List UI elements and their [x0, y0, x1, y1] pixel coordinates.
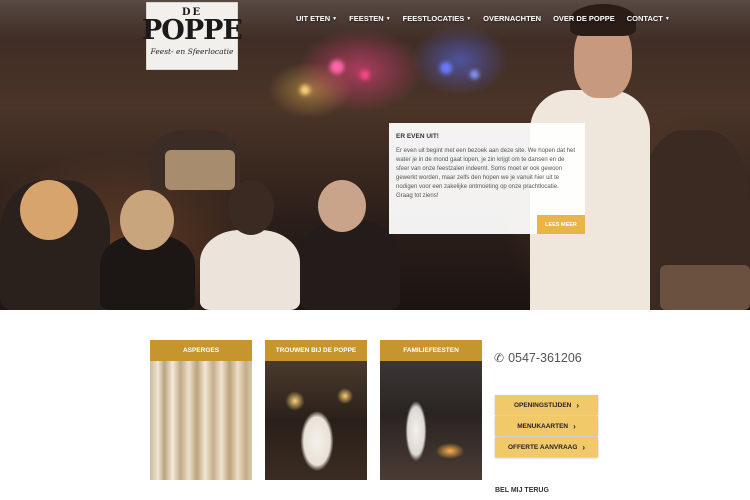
hero-banner: DE POPPE Feest- en Sfeerlocatie UIT ETEN…	[0, 0, 750, 310]
read-more-button[interactable]: LEES MEER	[537, 215, 585, 234]
intro-title: ER EVEN UIT!	[396, 133, 439, 140]
tile-label: FAMILIEFEESTEN	[380, 340, 482, 361]
phone-number[interactable]: ✆ 0547-361206	[494, 351, 582, 365]
opening-hours-button[interactable]: OPENINGSTIJDEN ›	[495, 395, 598, 415]
tile-label: ASPERGES	[150, 340, 252, 361]
asparagus-image	[150, 361, 252, 480]
tile-trouwen[interactable]: TROUWEN BIJ DE POPPE	[265, 340, 367, 480]
chevron-right-icon: ›	[573, 421, 576, 431]
caret-down-icon: ▼	[664, 15, 670, 22]
chevron-right-icon: ›	[582, 442, 586, 452]
caret-down-icon: ▼	[332, 15, 338, 22]
phone-icon: ✆	[494, 351, 505, 365]
nav-feestlocaties[interactable]: FEESTLOCATIES ▼	[397, 14, 477, 23]
nav-uit-eten[interactable]: UIT ETEN ▼	[290, 14, 343, 23]
quote-request-button[interactable]: OFFERTE AANVRAAG ›	[495, 437, 598, 457]
page: DE POPPE Feest- en Sfeerlocatie UIT ETEN…	[0, 0, 750, 500]
intro-box: ER EVEN UIT! Er even uit begint met een …	[389, 123, 585, 234]
logo[interactable]: DE POPPE Feest- en Sfeerlocatie	[142, 2, 243, 70]
logo-name: POPPE	[142, 15, 243, 46]
caret-down-icon: ▼	[385, 15, 391, 22]
intro-text: Er even uit begint met een bezoek aan de…	[396, 148, 576, 199]
family-party-image	[380, 361, 482, 480]
nav-over-de-poppe[interactable]: OVER DE POPPE	[547, 14, 621, 23]
caret-down-icon: ▼	[466, 15, 472, 22]
logo-tagline: Feest- en Sfeerlocatie	[150, 47, 234, 56]
nav-overnachten[interactable]: OVERNACHTEN	[477, 14, 547, 23]
callback-heading: BEL MIJ TERUG	[495, 487, 549, 494]
chevron-right-icon: ›	[576, 400, 580, 410]
tile-familiefeesten[interactable]: FAMILIEFEESTEN	[380, 340, 482, 480]
nav-feesten[interactable]: FEESTEN ▼	[343, 14, 397, 23]
wedding-image	[265, 361, 367, 480]
nav-contact[interactable]: CONTACT ▼	[621, 14, 676, 23]
tile-asperges[interactable]: ASPERGES	[150, 340, 252, 480]
main-nav: UIT ETEN ▼ FEESTEN ▼ FEESTLOCATIES ▼ OVERNA…	[290, 14, 676, 23]
tile-label: TROUWEN BIJ DE POPPE	[265, 340, 367, 361]
menu-button[interactable]: MENUKAARTEN ›	[495, 416, 598, 436]
